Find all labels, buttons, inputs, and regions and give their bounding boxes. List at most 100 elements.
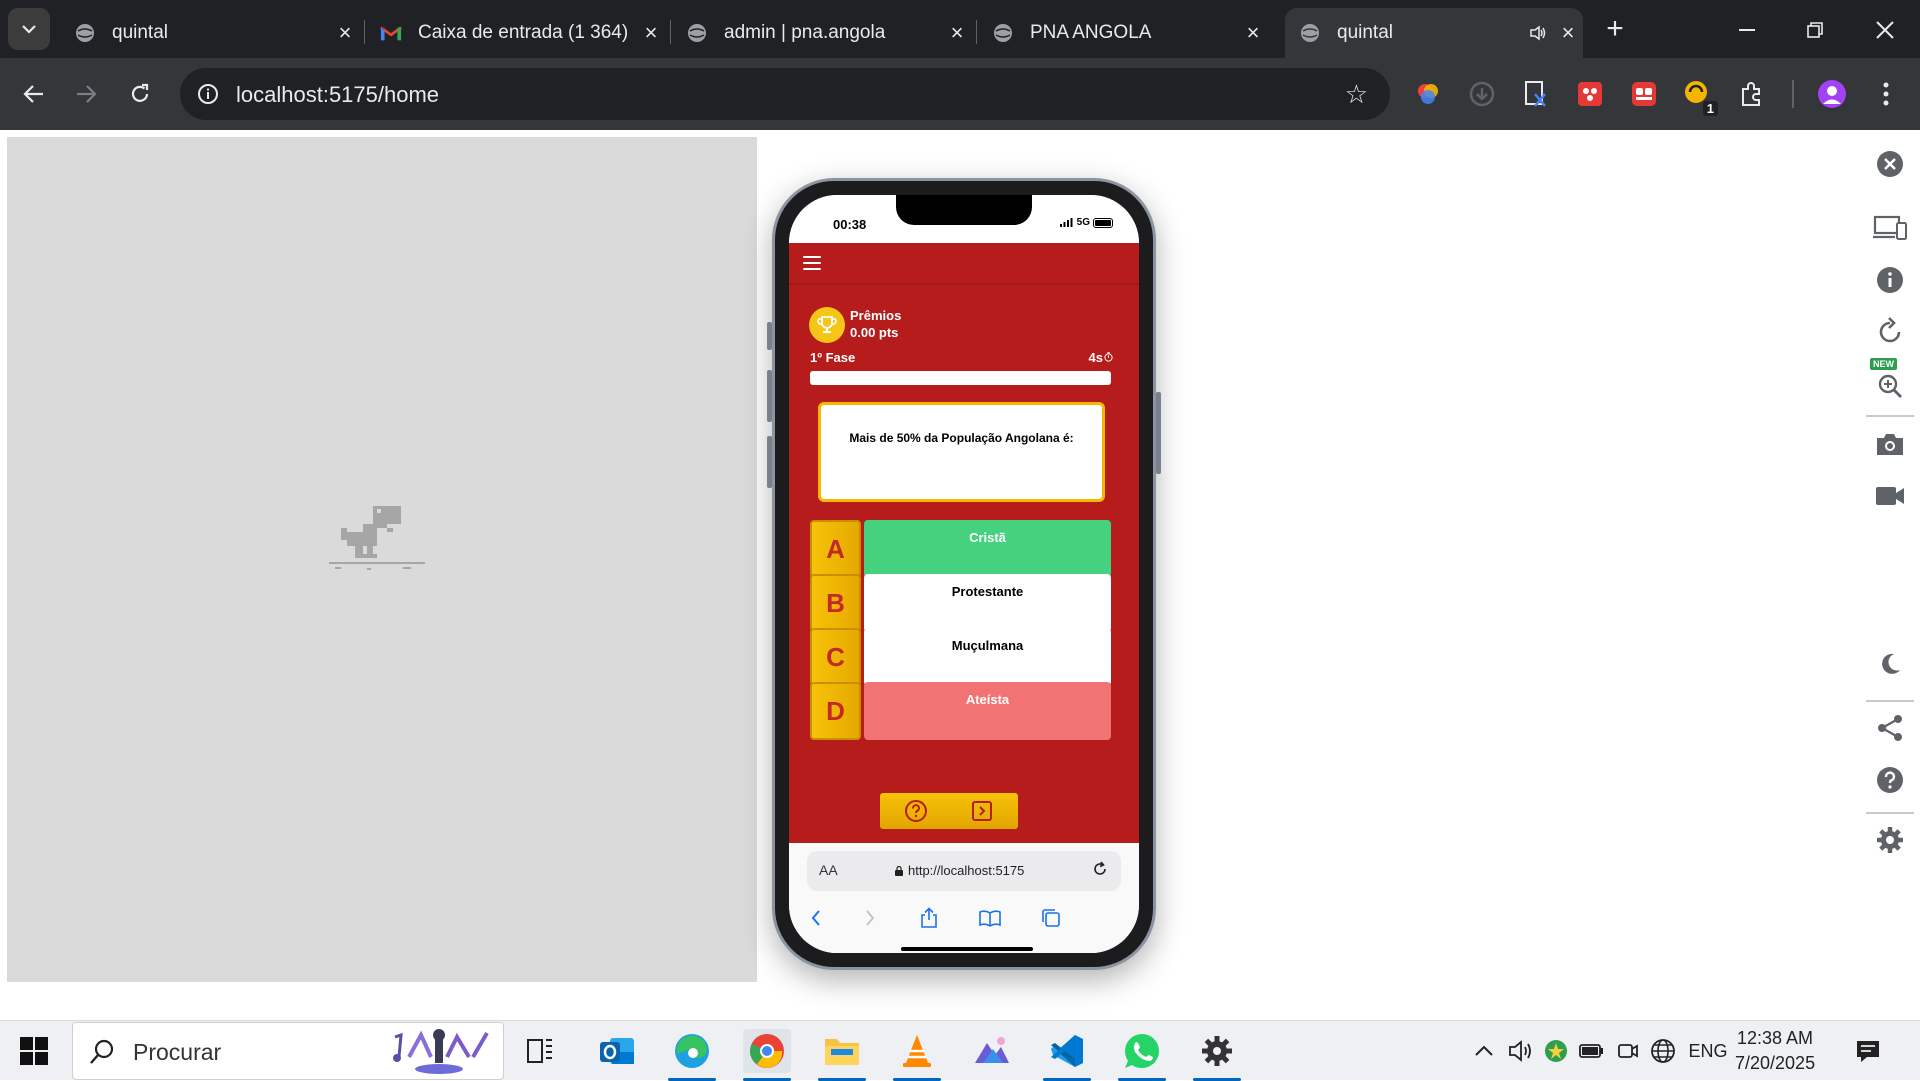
info-icon[interactable]: [1870, 260, 1910, 300]
input-language[interactable]: ENG: [1688, 1037, 1728, 1065]
task-view-icon[interactable]: [516, 1029, 564, 1073]
restore-button[interactable]: [1790, 10, 1840, 50]
red-extension-icon[interactable]: [1574, 78, 1606, 110]
minimize-button[interactable]: [1722, 10, 1772, 50]
prize-points: 0.00 pts: [850, 325, 899, 340]
safari-address-bar[interactable]: AA http://localhost:5175: [807, 851, 1121, 891]
settings-icon[interactable]: [1193, 1029, 1241, 1081]
tab-pna-angola[interactable]: PNA ANGOLA ×: [978, 8, 1268, 58]
answer-option-correct[interactable]: Cristã: [864, 520, 1111, 578]
answer-option-wrong[interactable]: Ateísta: [864, 682, 1111, 740]
close-icon[interactable]: ×: [1238, 20, 1268, 46]
answer-c[interactable]: C Muçulmana: [810, 628, 1111, 686]
bookmarks-icon[interactable]: [975, 903, 1005, 933]
photos-icon[interactable]: [968, 1029, 1016, 1073]
tab-search-button[interactable]: [8, 8, 50, 50]
share-icon[interactable]: [914, 903, 944, 933]
bookmark-star-icon[interactable]: ☆: [1345, 80, 1368, 108]
chrome-icon[interactable]: [743, 1029, 791, 1081]
devices-icon[interactable]: [1870, 208, 1910, 248]
profile-avatar[interactable]: [1816, 78, 1848, 110]
close-icon[interactable]: ×: [636, 20, 666, 46]
text-size-button[interactable]: AA: [819, 862, 838, 878]
chevron-down-icon: [22, 25, 36, 34]
tab-gmail[interactable]: Caixa de entrada (1 364) ×: [366, 8, 666, 58]
safari-bottom-bar: AA http://localhost:5175: [789, 843, 1139, 953]
sidebar-divider: [1866, 812, 1914, 814]
answer-letter: C: [810, 628, 861, 686]
help-icon[interactable]: [1870, 760, 1910, 800]
rotate-icon[interactable]: [1870, 312, 1910, 352]
arrow-left-icon: [23, 85, 43, 103]
vscode-icon[interactable]: [1043, 1029, 1091, 1081]
url-text: localhost:5175/home: [236, 82, 440, 107]
tab-quintal-active[interactable]: quintal ×: [1285, 8, 1583, 58]
battery-tray-icon[interactable]: [1576, 1037, 1606, 1065]
hamburger-menu-icon[interactable]: [803, 256, 821, 270]
reload-icon[interactable]: [1091, 860, 1109, 883]
badge-extension-icon[interactable]: 1: [1682, 78, 1718, 116]
taskbar-search-box[interactable]: Procurar: [72, 1022, 504, 1080]
share-nodes-icon[interactable]: [1870, 708, 1910, 748]
safari-back-icon[interactable]: [801, 903, 831, 933]
notifications-icon[interactable]: [1852, 1037, 1884, 1065]
window-close-button[interactable]: [1860, 10, 1910, 50]
download-extension-icon[interactable]: [1466, 78, 1498, 110]
new-tab-button[interactable]: +: [1600, 14, 1630, 44]
tray-overflow-chevron-icon[interactable]: [1470, 1037, 1498, 1065]
meet-now-icon[interactable]: [1614, 1037, 1642, 1065]
tab-admin[interactable]: admin | pna.angola ×: [672, 8, 972, 58]
system-clock[interactable]: 12:38 AM 7/20/2025: [1735, 1026, 1815, 1076]
help-button[interactable]: [880, 793, 952, 829]
volume-icon[interactable]: [1506, 1037, 1536, 1065]
tab-title: Caixa de entrada (1 364): [418, 22, 629, 43]
close-icon[interactable]: ×: [942, 20, 972, 46]
document-extension-icon[interactable]: [1520, 78, 1552, 110]
address-bar[interactable]: localhost:5175/home ☆: [180, 68, 1390, 120]
network-globe-icon[interactable]: [1648, 1037, 1678, 1065]
record-video-icon[interactable]: [1870, 476, 1910, 516]
close-icon[interactable]: ×: [330, 20, 360, 46]
dark-mode-moon-icon[interactable]: [1870, 644, 1910, 684]
safari-forward-icon[interactable]: [855, 903, 885, 933]
screen-recorder-extension-icon[interactable]: [1628, 78, 1660, 110]
tabs-icon[interactable]: [1036, 903, 1066, 933]
speaker-icon[interactable]: [1523, 25, 1553, 41]
edge-icon[interactable]: [668, 1029, 716, 1081]
safari-url: http://localhost:5175: [895, 863, 1024, 878]
close-icon[interactable]: ×: [1553, 20, 1583, 46]
tab-title: admin | pna.angola: [724, 22, 886, 43]
security-shield-icon[interactable]: [1542, 1037, 1570, 1065]
answer-letter: D: [810, 682, 861, 740]
windows-start-icon[interactable]: [20, 1037, 48, 1065]
tab-quintal-1[interactable]: quintal ×: [60, 8, 360, 58]
more-menu-icon[interactable]: [1870, 78, 1902, 110]
close-icon: [1876, 21, 1894, 39]
settings-gear-icon[interactable]: [1870, 820, 1910, 860]
site-info-icon[interactable]: [194, 80, 222, 108]
close-circle-icon[interactable]: [1870, 144, 1910, 184]
extensions-puzzle-icon[interactable]: [1736, 78, 1768, 110]
answer-a[interactable]: A Cristã: [810, 520, 1111, 578]
file-explorer-icon[interactable]: [818, 1029, 866, 1081]
phase-label: 1º Fase: [810, 350, 856, 365]
skip-button[interactable]: [946, 793, 1018, 829]
skip-square-icon: [972, 801, 992, 821]
time-progress-fill: [810, 371, 1111, 385]
app-header: [789, 243, 1139, 285]
zoom-in-icon[interactable]: NEW: [1870, 358, 1910, 404]
screenshot-camera-icon[interactable]: [1870, 424, 1910, 464]
outlook-icon[interactable]: [593, 1029, 641, 1073]
sidebar-divider: [1866, 700, 1914, 702]
reload-button[interactable]: [120, 74, 160, 114]
answer-option[interactable]: Protestante: [864, 574, 1111, 632]
answer-b[interactable]: B Protestante: [810, 574, 1111, 632]
forward-button[interactable]: [66, 74, 106, 114]
whatsapp-icon[interactable]: [1118, 1029, 1166, 1081]
answer-d[interactable]: D Ateísta: [810, 682, 1111, 740]
answer-option[interactable]: Muçulmana: [864, 628, 1111, 686]
back-button[interactable]: [14, 74, 54, 114]
color-picker-extension-icon[interactable]: [1412, 78, 1444, 110]
vlc-icon[interactable]: [893, 1029, 941, 1081]
windows-taskbar: Procurar ENG 12:38 AM 7/20/2025: [0, 1020, 1920, 1081]
